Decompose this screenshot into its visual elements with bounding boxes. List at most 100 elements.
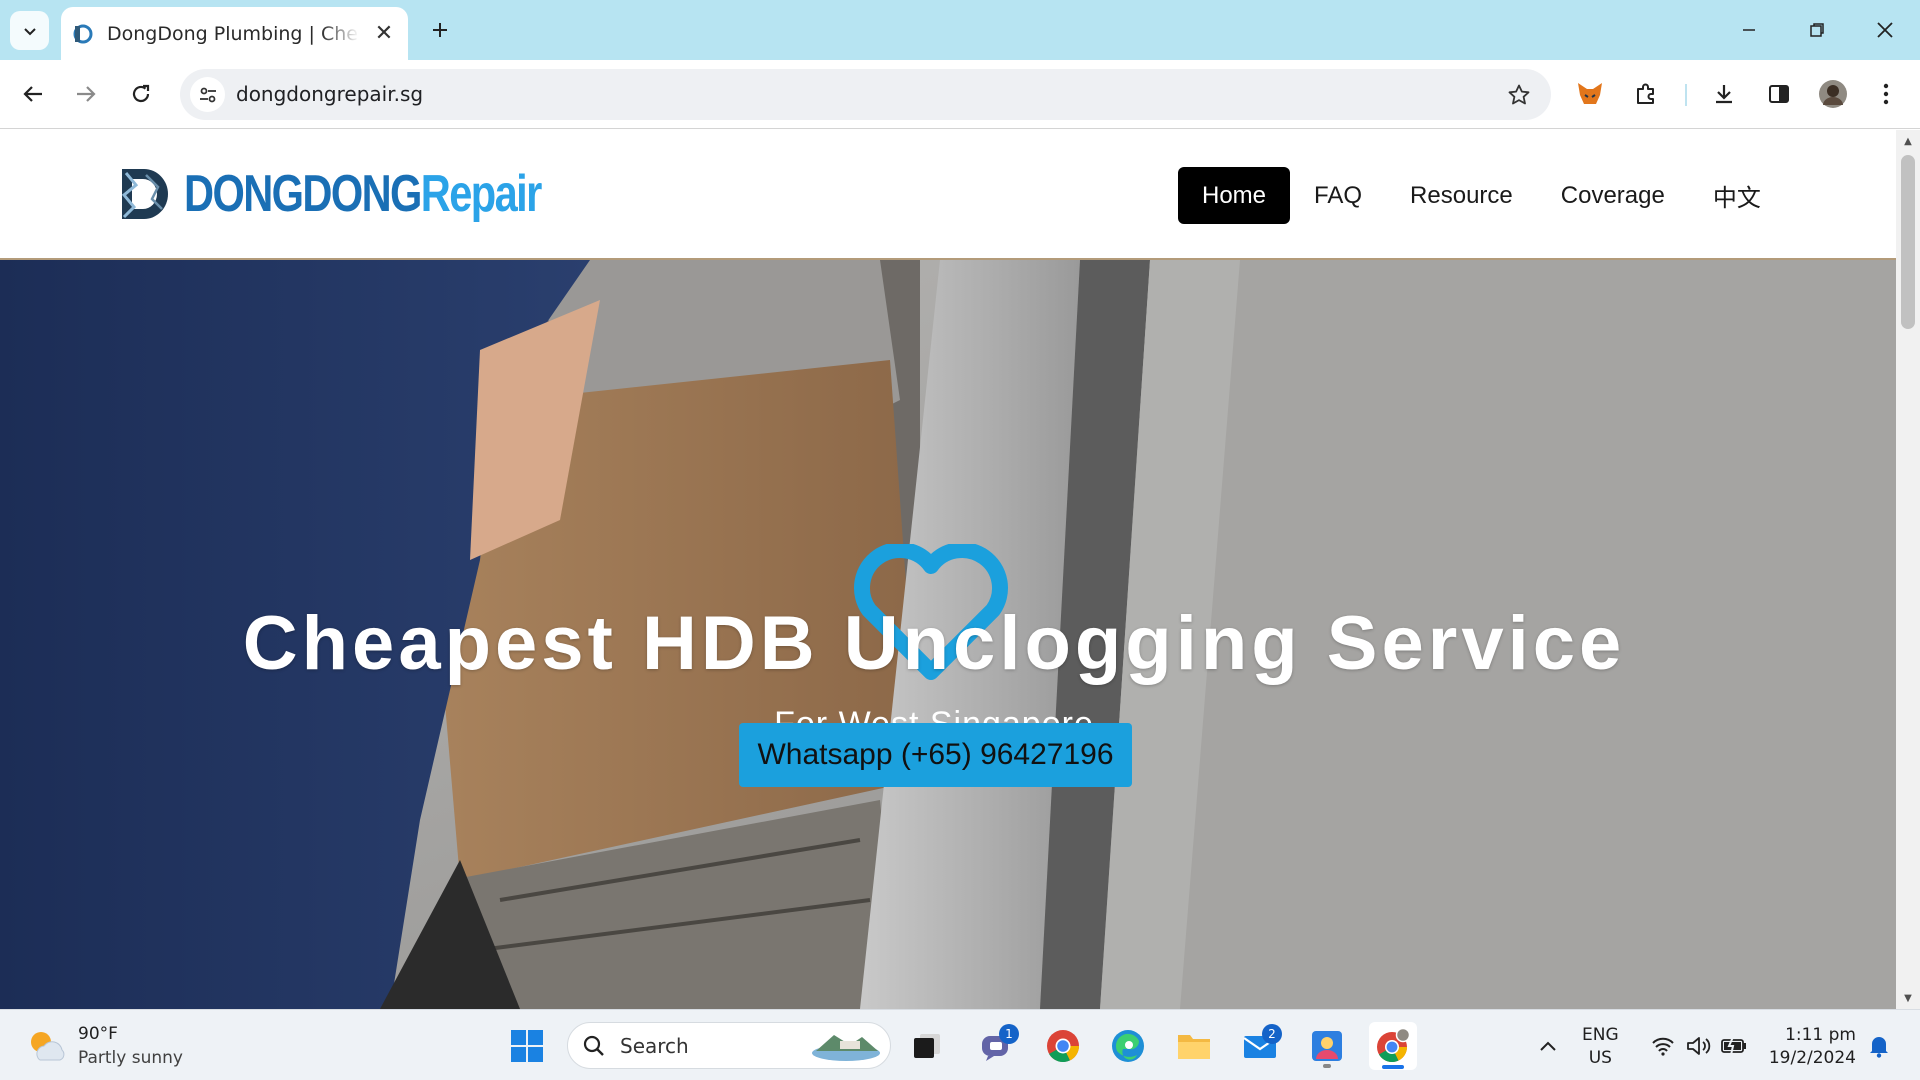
- logo-text-part1: DONGDONG: [184, 165, 422, 223]
- page-viewport: DONGDONGRepair Home FAQ Resource Coverag…: [0, 130, 1896, 1009]
- reload-icon: [132, 84, 150, 103]
- search-icon: [583, 1035, 604, 1056]
- nav-chinese[interactable]: 中文: [1689, 167, 1785, 224]
- side-panel-icon: [1769, 85, 1789, 103]
- nav-faq[interactable]: FAQ: [1290, 167, 1386, 224]
- chrome-profile-icon: [1377, 1028, 1411, 1062]
- clock-date: 19/2/2024: [1768, 1048, 1856, 1068]
- tune-icon: [199, 87, 216, 102]
- chrome-taskbar-button[interactable]: [1039, 1022, 1087, 1070]
- scrollbar-thumb[interactable]: [1901, 155, 1915, 329]
- search-label: Search: [620, 1033, 689, 1058]
- download-icon: [1716, 85, 1732, 104]
- speaker-icon: [1687, 1037, 1711, 1055]
- search-highlight-icon: [812, 1035, 880, 1061]
- edge-icon: [1112, 1030, 1144, 1062]
- chevron-down-icon: [23, 27, 36, 35]
- tab-search-button[interactable]: [10, 11, 49, 50]
- bell-icon: [1870, 1037, 1888, 1058]
- mail-taskbar-button[interactable]: 2: [1236, 1022, 1284, 1070]
- scroll-down-arrow-icon[interactable]: ▼: [1896, 989, 1920, 1007]
- restore-icon: [1810, 23, 1824, 37]
- plus-icon: [433, 23, 447, 37]
- puzzle-icon: [1637, 83, 1654, 104]
- task-view-icon: [914, 1034, 940, 1058]
- teams-badge: 1: [999, 1024, 1019, 1044]
- notifications-button[interactable]: [1864, 1022, 1894, 1070]
- forward-button[interactable]: [66, 74, 106, 114]
- start-button[interactable]: [503, 1022, 551, 1070]
- clock-time: 1:11 pm: [1785, 1025, 1856, 1045]
- logo-wordmark: DONGDONGRepair: [184, 164, 542, 224]
- taskbar-search[interactable]: Search: [567, 1022, 891, 1069]
- url-text: dongdongrepair.sg: [236, 82, 424, 106]
- metamask-extension-button[interactable]: [1570, 74, 1610, 114]
- fox-icon: [1578, 83, 1602, 104]
- language-indicator[interactable]: ENG US: [1582, 1024, 1619, 1070]
- site-header: DONGDONGRepair Home FAQ Resource Coverag…: [0, 130, 1896, 260]
- browser-tab[interactable]: DongDong Plumbing | Cheapest HDB Unclogg…: [61, 7, 408, 60]
- browser-tab-strip: DongDong Plumbing | Cheapest HDB Unclogg…: [0, 0, 1920, 60]
- site-logo[interactable]: DONGDONGRepair: [116, 162, 630, 226]
- side-panel-button[interactable]: [1759, 74, 1799, 114]
- logo-emblem-icon: [121, 169, 168, 219]
- reload-button[interactable]: [121, 74, 161, 114]
- close-window-button[interactable]: [1857, 10, 1913, 50]
- mail-badge: 2: [1262, 1024, 1282, 1044]
- battery-status[interactable]: [1717, 1022, 1751, 1070]
- star-icon: [1508, 84, 1530, 105]
- kebab-menu-icon: [1883, 83, 1889, 105]
- toolbar-separator: [1685, 84, 1687, 106]
- teams-chat-button[interactable]: 1: [973, 1022, 1021, 1070]
- taskbar-clock[interactable]: 1:11 pm 19/2/2024: [1760, 1024, 1856, 1070]
- windows-logo-icon: [511, 1030, 543, 1062]
- partly-sunny-icon: [31, 1032, 65, 1061]
- bookmark-star-button[interactable]: [1505, 81, 1533, 109]
- volume-status[interactable]: [1682, 1022, 1716, 1070]
- browser-toolbar: dongdongrepair.sg: [0, 60, 1920, 129]
- language-code: ENG: [1582, 1025, 1619, 1045]
- weather-widget[interactable]: 90°F Partly sunny: [26, 1022, 183, 1070]
- language-region: US: [1588, 1048, 1612, 1068]
- chrome-active-window-button[interactable]: [1369, 1022, 1417, 1070]
- photos-taskbar-button[interactable]: [1303, 1022, 1351, 1070]
- nav-home[interactable]: Home: [1178, 167, 1291, 224]
- wifi-icon: [1652, 1037, 1674, 1056]
- whatsapp-cta-button[interactable]: Whatsapp (+65) 96427196: [739, 723, 1132, 787]
- extensions-button[interactable]: [1626, 74, 1666, 114]
- file-explorer-button[interactable]: [1170, 1022, 1218, 1070]
- minimize-button[interactable]: [1721, 10, 1777, 50]
- site-info-button[interactable]: [190, 77, 225, 112]
- close-tab-icon[interactable]: ✕: [372, 21, 396, 46]
- running-indicator: [1323, 1064, 1331, 1068]
- back-button[interactable]: [13, 74, 53, 114]
- address-bar[interactable]: dongdongrepair.sg: [180, 69, 1551, 120]
- photos-icon: [1312, 1031, 1342, 1061]
- scroll-up-arrow-icon[interactable]: ▲: [1896, 132, 1920, 150]
- show-hidden-icons-button[interactable]: [1524, 1022, 1572, 1070]
- edge-taskbar-button[interactable]: [1104, 1022, 1152, 1070]
- nav-resource[interactable]: Resource: [1386, 167, 1537, 224]
- weather-condition: Partly sunny: [78, 1048, 183, 1068]
- page-scrollbar[interactable]: ▲ ▼: [1896, 130, 1920, 1009]
- taskbar: 90°F Partly sunny Search 1 2 ENG US 1:11…: [0, 1009, 1920, 1080]
- wifi-status[interactable]: [1646, 1022, 1680, 1070]
- active-window-indicator: [1382, 1065, 1404, 1069]
- arrow-left-icon: [23, 86, 42, 102]
- downloads-button[interactable]: [1704, 74, 1744, 114]
- main-nav: Home FAQ Resource Coverage 中文: [1178, 167, 1785, 224]
- avatar-icon: [1819, 80, 1847, 108]
- task-view-button[interactable]: [903, 1022, 951, 1070]
- nav-coverage[interactable]: Coverage: [1537, 167, 1689, 224]
- arrow-right-icon: [77, 86, 96, 102]
- chrome-menu-button[interactable]: [1866, 74, 1906, 114]
- new-tab-button[interactable]: [424, 14, 456, 46]
- folder-icon: [1178, 1035, 1210, 1059]
- profile-avatar-button[interactable]: [1813, 74, 1853, 114]
- site-favicon-icon: [73, 24, 93, 43]
- minimize-icon: [1743, 29, 1755, 31]
- weather-temperature: 90°F: [78, 1024, 118, 1044]
- restore-button[interactable]: [1789, 10, 1845, 50]
- tab-title: DongDong Plumbing | Cheapest HDB Unclogg…: [107, 22, 359, 45]
- hero-section: Cheapest HDB Unclogging Service For West…: [0, 260, 1896, 1009]
